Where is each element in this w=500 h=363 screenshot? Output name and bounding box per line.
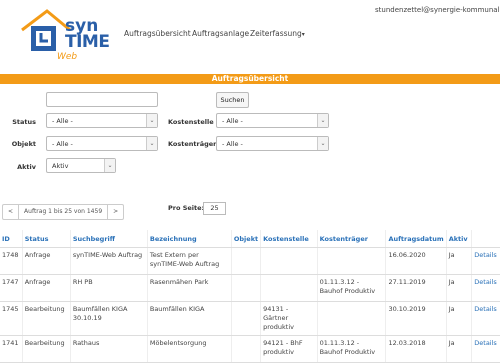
cell-objekt <box>231 274 262 302</box>
col-suchbegriff[interactable]: Suchbegriff <box>70 230 148 248</box>
objekt-select[interactable]: - Alle - ⌄ <box>46 136 158 151</box>
cell-suchbegriff: RH PB <box>70 274 148 302</box>
kostentraeger-label: Kostenträger <box>168 140 217 148</box>
col-status[interactable]: Status <box>22 230 71 248</box>
nav-zeiterfassung[interactable]: Zeiterfassung▾ <box>250 29 305 38</box>
cell-aktiv: Ja <box>446 335 473 363</box>
cell-datum: 27.11.2019 <box>385 274 447 302</box>
cell-datum: 12.03.2018 <box>385 335 447 363</box>
search-input[interactable] <box>46 92 158 107</box>
nav-zeiterfassung-label: Zeiterfassung <box>250 29 302 38</box>
cell-datum: 16.06.2020 <box>385 247 447 275</box>
orders-table: ID Status Suchbegriff Bezeichnung Objekt… <box>0 230 500 363</box>
cell-aktiv: Ja <box>446 301 473 336</box>
nav-auftragsanlage[interactable]: Auftragsanlage <box>192 29 249 38</box>
chevron-down-icon: ⌄ <box>146 114 157 127</box>
aktiv-select-value: Aktiv <box>52 162 69 170</box>
objekt-select-value: - Alle - <box>52 140 73 148</box>
status-select[interactable]: - Alle - ⌄ <box>46 113 158 128</box>
col-objekt[interactable]: Objekt <box>231 230 262 248</box>
status-select-value: - Alle - <box>52 117 73 125</box>
col-actions <box>471 230 500 248</box>
col-bezeichnung[interactable]: Bezeichnung <box>147 230 232 248</box>
kostenstelle-select[interactable]: - Alle - ⌄ <box>216 113 329 128</box>
cell-bezeichnung: Baumfällen KIGA <box>147 301 232 336</box>
cell-bezeichnung: Rasenmähen Park <box>147 274 232 302</box>
col-aktiv[interactable]: Aktiv <box>446 230 473 248</box>
table-row: 1748 Anfrage synTIME-Web Auftrag Test Ex… <box>0 247 500 275</box>
cell-id: 1747 <box>0 274 23 302</box>
details-link[interactable]: Details <box>471 247 500 275</box>
cell-kostenstelle <box>260 274 318 302</box>
cell-aktiv: Ja <box>446 274 473 302</box>
kostentraeger-select-value: - Alle - <box>222 140 243 148</box>
per-page-input[interactable]: 25 <box>203 202 226 215</box>
objekt-label: Objekt <box>11 140 36 148</box>
cell-status: Anfrage <box>22 247 71 275</box>
user-email: stundenzettel@synergie-kommunal.de <box>375 6 500 14</box>
cell-status: Anfrage <box>22 274 71 302</box>
status-label: Status <box>12 118 36 126</box>
user-email-menu[interactable]: stundenzettel@synergie-kommunal.de ▾ <box>375 6 500 14</box>
kostenstelle-select-value: - Alle - <box>222 117 243 125</box>
col-id[interactable]: ID <box>0 230 23 248</box>
cell-suchbegriff: Rathaus <box>70 335 148 363</box>
cell-datum: 30.10.2019 <box>385 301 447 336</box>
cell-kostentraeger: 01.11.3.12 - Bauhof Produktiv <box>317 335 387 363</box>
chevron-down-icon: ⌄ <box>146 137 157 150</box>
cell-kostenstelle <box>260 247 318 275</box>
search-button[interactable]: Suchen <box>216 92 249 108</box>
cell-id: 1741 <box>0 335 23 363</box>
pagination: < Auftrag 1 bis 25 von 1459 > <box>2 204 125 220</box>
cell-aktiv: Ja <box>446 247 473 275</box>
table-row: 1747 Anfrage RH PB Rasenmähen Park 01.11… <box>0 274 500 302</box>
col-auftragsdatum[interactable]: Auftragsdatum <box>385 230 447 248</box>
chevron-down-icon: ⌄ <box>317 137 328 150</box>
chevron-down-icon: ▾ <box>301 31 305 38</box>
page-title: Auftragsübersicht <box>211 74 289 83</box>
aktiv-label: Aktiv <box>17 163 36 171</box>
chevron-down-icon: ⌄ <box>104 159 115 172</box>
prev-page-button[interactable]: < <box>3 205 20 219</box>
cell-suchbegriff: Baumfällen KIGA 30.10.19 <box>70 301 148 336</box>
next-page-button[interactable]: > <box>107 205 123 219</box>
cell-objekt <box>231 335 262 363</box>
cell-kostentraeger <box>317 247 387 275</box>
syntime-logo[interactable]: syn TIME Web <box>20 8 135 66</box>
cell-kostentraeger: 01.11.3.12 - Bauhof Produktiv <box>317 274 387 302</box>
details-link[interactable]: Details <box>471 335 500 363</box>
cell-kostenstelle: 94121 - BhF produktiv <box>260 335 318 363</box>
pagination-info: Auftrag 1 bis 25 von 1459 <box>24 208 103 215</box>
cell-id: 1748 <box>0 247 23 275</box>
cell-objekt <box>231 301 262 336</box>
cell-objekt <box>231 247 262 275</box>
kostentraeger-select[interactable]: - Alle - ⌄ <box>216 136 329 151</box>
cell-kostentraeger <box>317 301 387 336</box>
kostenstelle-label: Kostenstelle <box>168 118 214 126</box>
cell-kostenstelle: 94131 - Gärtner produktiv <box>260 301 318 336</box>
details-link[interactable]: Details <box>471 274 500 302</box>
col-kostentraeger[interactable]: Kostenträger <box>317 230 387 248</box>
logo-text-web: Web <box>57 52 78 62</box>
per-page-label: Pro Seite: <box>168 204 205 212</box>
cell-status: Bearbeitung <box>22 301 71 336</box>
table-header-row: ID Status Suchbegriff Bezeichnung Objekt… <box>0 230 500 248</box>
logo-text-time: TIME <box>65 32 110 52</box>
cell-bezeichnung: Möbelentsorgung <box>147 335 232 363</box>
cell-suchbegriff: synTIME-Web Auftrag <box>70 247 148 275</box>
col-kostenstelle[interactable]: Kostenstelle <box>260 230 318 248</box>
table-row: 1741 Bearbeitung Rathaus Möbelentsorgung… <box>0 335 500 363</box>
nav-auftragsuebersicht[interactable]: Auftragsübersicht <box>124 29 191 38</box>
table-row: 1745 Bearbeitung Baumfällen KIGA 30.10.1… <box>0 301 500 336</box>
cell-bezeichnung: Test Extern per synTIME-Web Auftrag <box>147 247 232 275</box>
aktiv-select[interactable]: Aktiv ⌄ <box>46 158 116 173</box>
cell-id: 1745 <box>0 301 23 336</box>
details-link[interactable]: Details <box>471 301 500 336</box>
chevron-down-icon: ⌄ <box>317 114 328 127</box>
cell-status: Bearbeitung <box>22 335 71 363</box>
